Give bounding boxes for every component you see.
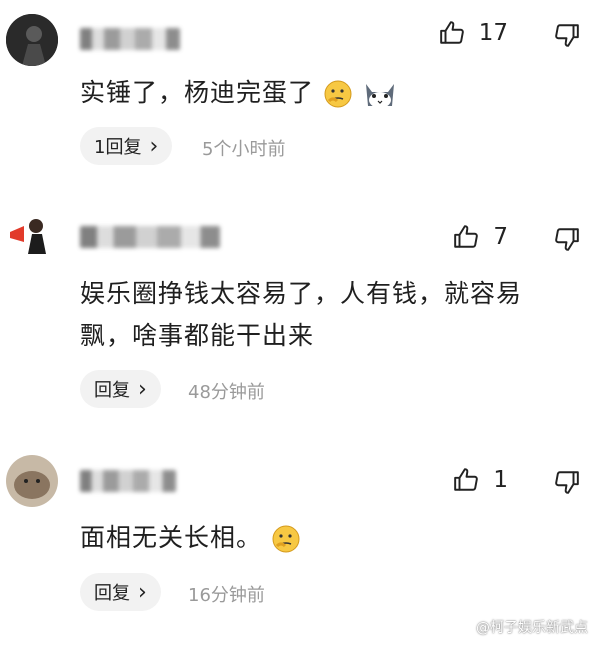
comment-time: 16分钟前 [188, 585, 265, 606]
reply-label: 回复 [94, 583, 130, 604]
avatar[interactable] [6, 208, 58, 260]
watermark: @柯子娱乐新武点 [476, 620, 588, 636]
comment-item: 17 实锤了，杨迪完蛋了 1回复 › 5个小时前 [0, 0, 600, 200]
username-blurred[interactable] [80, 28, 180, 50]
reply-button[interactable]: 回复 › [80, 370, 161, 408]
thumbs-up-icon[interactable] [439, 20, 465, 46]
username-blurred[interactable] [80, 226, 220, 248]
like-count: 1 [493, 467, 508, 493]
reply-label: 1回复 [94, 137, 142, 158]
thumbs-up-icon[interactable] [453, 224, 479, 250]
comment-text: 实锤了，杨迪完蛋了 [80, 72, 570, 114]
comment-text: 娱乐圈挣钱太容易了，人有钱，就容易飘，啥事都能干出来 [80, 279, 523, 350]
comment-time: 48分钟前 [188, 382, 265, 403]
reply-button[interactable]: 回复 › [80, 573, 161, 611]
thumbs-down-icon[interactable] [554, 226, 580, 252]
comment-text: 面相无关长相。 [80, 517, 570, 559]
like-group[interactable]: 1 [453, 467, 508, 493]
thinking-emoji [271, 524, 301, 554]
like-count: 7 [493, 224, 508, 250]
reply-label: 回复 [94, 380, 130, 401]
cat-emoji [362, 78, 398, 110]
chevron-right-icon: › [138, 579, 147, 605]
username-blurred[interactable] [80, 470, 176, 492]
like-group[interactable]: 7 [453, 224, 508, 250]
like-group[interactable]: 17 [439, 20, 508, 46]
thumbs-down-icon[interactable] [554, 22, 580, 48]
chevron-right-icon: › [138, 376, 147, 402]
comment-time: 5个小时前 [202, 139, 286, 160]
avatar[interactable] [6, 455, 58, 507]
comment-text-body: 面相无关长相。 [80, 523, 263, 552]
avatar-image [6, 208, 58, 260]
reply-button[interactable]: 1回复 › [80, 127, 173, 165]
like-count: 17 [478, 20, 508, 46]
avatar[interactable] [6, 14, 58, 66]
comment-text-body: 实锤了，杨迪完蛋了 [80, 78, 315, 107]
avatar-image [6, 455, 58, 507]
chevron-right-icon: › [149, 133, 159, 159]
thumbs-up-icon[interactable] [453, 467, 479, 493]
thumbs-down-icon[interactable] [554, 469, 580, 495]
thinking-emoji [323, 79, 353, 109]
avatar-image [6, 14, 58, 66]
